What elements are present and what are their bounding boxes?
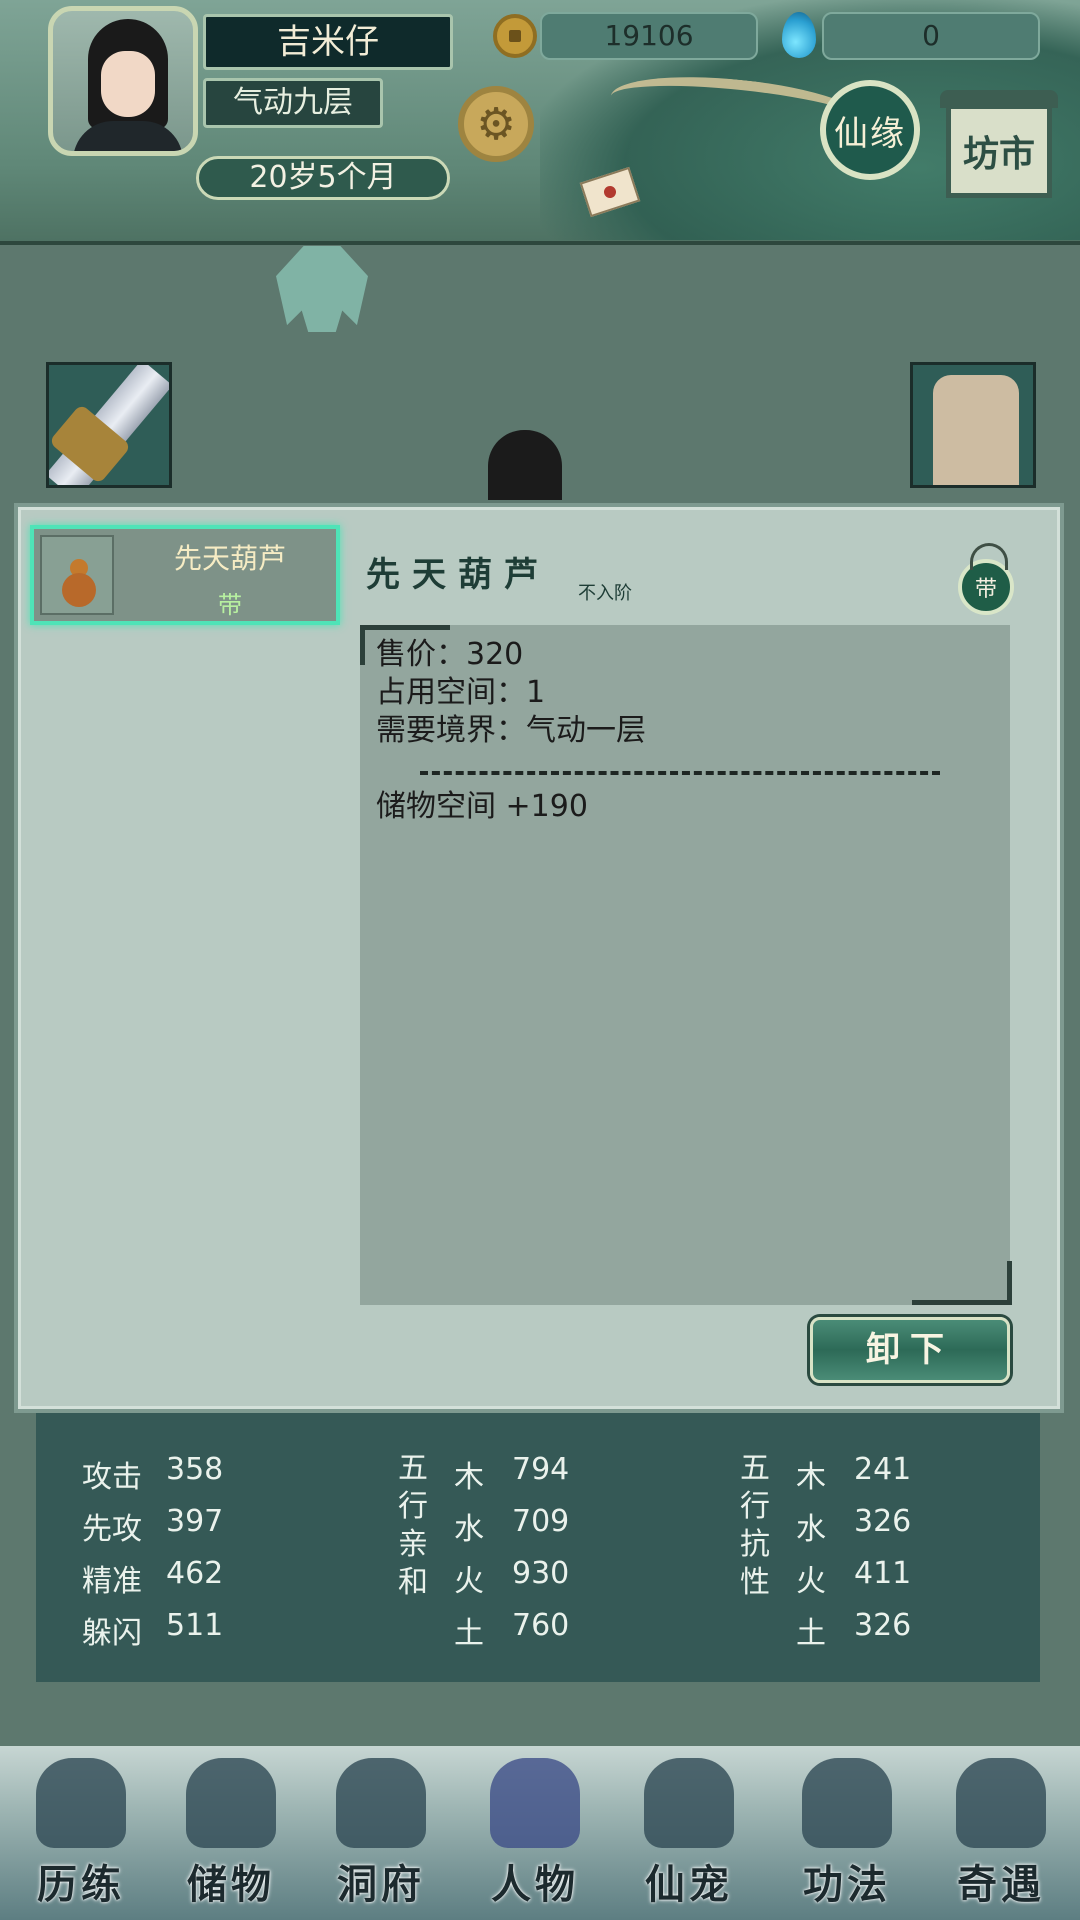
stat-label: 攻击	[82, 1460, 142, 1495]
nav-label: 洞府	[337, 1861, 425, 1908]
item-effect: 储物空间 +190	[376, 789, 588, 824]
nav-item-lilian[interactable]: 历练	[6, 1758, 156, 1918]
stat-label: 先攻	[82, 1512, 142, 1547]
resist-value: 411	[854, 1556, 912, 1591]
stat-label: 躲闪	[82, 1616, 142, 1651]
unequip-button[interactable]: 卸下	[810, 1317, 1010, 1383]
bottom-nav: 历练 储物 洞府 人物 仙宠 功法 奇遇	[0, 1746, 1080, 1920]
nav-item-character[interactable]: 人物	[460, 1758, 610, 1918]
resist-label: 土	[796, 1616, 826, 1651]
top-header: 吉米仔 气动九层 20岁5个月 ⚙ 19106 0 仙缘 坊市	[0, 0, 1080, 245]
item-title: 先天葫芦	[366, 555, 550, 595]
frame-corner	[912, 1261, 1012, 1305]
affinity-label: 火	[454, 1564, 484, 1599]
player-avatar[interactable]	[48, 6, 198, 156]
resist-value: 326	[854, 1504, 912, 1539]
item-description-box: 售价：320 占用空间：1 需要境界：气动一层 储物空间 +190	[360, 625, 1012, 1305]
coin-count: 19106	[540, 12, 758, 60]
stat-value: 462	[166, 1556, 224, 1591]
item-price: 售价：320	[376, 637, 524, 672]
item-thumbnail	[40, 535, 114, 615]
nav-label: 奇遇	[957, 1861, 1045, 1908]
item-requirement: 需要境界：气动一层	[376, 713, 646, 748]
gear-icon[interactable]: ⚙	[458, 86, 534, 162]
gourd-icon	[62, 559, 96, 607]
player-realm: 气动九层	[203, 78, 383, 128]
divider	[420, 771, 940, 775]
affinity-label: 水	[454, 1512, 484, 1547]
item-grade: 不入阶	[578, 583, 632, 604]
affinity-value: 930	[512, 1556, 570, 1591]
affinity-value: 794	[512, 1452, 570, 1487]
scroll-book-icon	[802, 1758, 892, 1848]
bag-icon	[186, 1758, 276, 1848]
character-figure	[488, 430, 562, 500]
avatar-robe	[73, 121, 183, 151]
item-card-name: 先天葫芦	[173, 542, 286, 575]
affinity-value: 760	[512, 1608, 570, 1643]
affinity-label: 土	[454, 1616, 484, 1651]
pagoda-icon	[336, 1758, 426, 1848]
stat-value: 358	[166, 1452, 224, 1487]
nav-item-skills[interactable]: 功法	[772, 1758, 922, 1918]
avatar-face	[101, 51, 155, 117]
resist-label: 水	[796, 1512, 826, 1547]
affinity-value: 709	[512, 1504, 570, 1539]
nav-item-pet[interactable]: 仙宠	[614, 1758, 764, 1918]
item-space: 占用空间：1	[376, 675, 546, 710]
resist-label: 火	[796, 1564, 826, 1599]
person-icon	[490, 1758, 580, 1848]
selected-item-card[interactable]: 先天葫芦 带	[30, 525, 340, 625]
resist-value: 326	[854, 1608, 912, 1643]
stats-panel: 6965 624 241 攻击 358 先攻 397 精准 462 躲闪 511…	[36, 1380, 1040, 1682]
nav-label: 历练	[37, 1861, 125, 1908]
gem-count: 0	[822, 12, 1040, 60]
weapon-slot[interactable]	[46, 362, 172, 488]
item-detail-modal: 先天葫芦 带 先天葫芦 不入阶 带 售价：320 占用空间：1 需要境界：气动一…	[14, 503, 1064, 1413]
stat-value: 397	[166, 1504, 224, 1539]
affinity-label: 木	[454, 1460, 484, 1495]
market-button[interactable]: 坊市	[946, 104, 1052, 198]
player-name: 吉米仔	[203, 14, 453, 70]
player-age: 20岁5个月	[196, 156, 450, 200]
resist-value: 241	[854, 1452, 912, 1487]
xianyuan-button[interactable]: 仙缘	[820, 80, 920, 180]
copper-coin-icon	[493, 14, 537, 58]
nav-label: 仙宠	[645, 1861, 733, 1908]
spirit-drop-icon	[782, 12, 816, 58]
encounter-icon	[956, 1758, 1046, 1848]
robe-slot[interactable]	[910, 362, 1036, 488]
resist-label: 木	[796, 1460, 826, 1495]
stat-label: 精准	[82, 1564, 142, 1599]
coat-icon	[933, 375, 1019, 485]
nav-item-storage[interactable]: 储物	[156, 1758, 306, 1918]
nav-item-encounter[interactable]: 奇遇	[926, 1758, 1076, 1918]
nav-label: 储物	[187, 1861, 275, 1908]
spirit-pet-icon	[644, 1758, 734, 1848]
nav-label: 人物	[491, 1861, 579, 1908]
carry-badge: 带	[958, 543, 1014, 615]
stat-value: 511	[166, 1608, 224, 1643]
affinity-title: 五行亲和	[398, 1451, 428, 1600]
armor-slot-icon[interactable]	[276, 246, 368, 332]
mountain-icon	[36, 1758, 126, 1848]
nav-item-cave[interactable]: 洞府	[306, 1758, 456, 1918]
item-card-tag: 带	[218, 591, 242, 619]
nav-label: 功法	[803, 1861, 891, 1908]
resist-title: 五行抗性	[740, 1451, 770, 1600]
